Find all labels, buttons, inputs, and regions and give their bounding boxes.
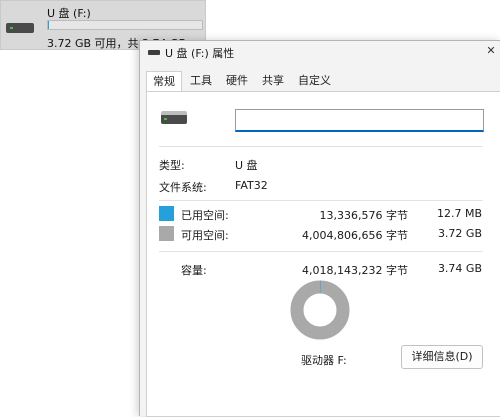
volume-name-input[interactable]: [235, 109, 484, 132]
general-tab-panel: 类型: U 盘 文件系统: FAT32 已用空间: 13,336,576 字节 …: [146, 91, 500, 417]
free-space-size: 3.72 GB: [437, 227, 482, 240]
used-space-bytes: 13,336,576 字节: [319, 209, 408, 222]
tab-hardware[interactable]: 硬件: [220, 71, 254, 91]
usb-drive-icon: [6, 23, 34, 33]
details-button[interactable]: 详细信息(D): [401, 345, 483, 369]
capacity-label: 容量:: [181, 264, 207, 277]
tab-strip: 常规 工具 硬件 共享 自定义: [146, 71, 339, 91]
free-space-swatch: [159, 226, 174, 241]
free-space-bytes: 4,004,806,656 字节: [302, 229, 408, 242]
divider: [159, 200, 483, 201]
tab-general[interactable]: 常规: [146, 71, 182, 91]
capacity-bytes: 4,018,143,232 字节: [302, 264, 408, 277]
capacity-size: 3.74 GB: [437, 262, 482, 275]
usage-donut-chart: [290, 280, 350, 340]
tab-tools[interactable]: 工具: [184, 71, 218, 91]
dialog-titlebar[interactable]: U 盘 (F:) 属性 ✕: [140, 41, 500, 65]
drive-title: U 盘 (F:): [47, 7, 91, 20]
divider: [159, 251, 483, 252]
close-button[interactable]: ✕: [482, 41, 500, 61]
used-space-size: 12.7 MB: [436, 207, 482, 220]
tab-customize[interactable]: 自定义: [292, 71, 337, 91]
free-space-label: 可用空间:: [181, 229, 229, 242]
properties-dialog: U 盘 (F:) 属性 ✕ 常规 工具 硬件 共享 自定义 类型: U 盘 文件…: [139, 40, 500, 417]
type-label: 类型:: [159, 159, 185, 172]
drive-title-icon: [148, 50, 160, 55]
divider: [159, 146, 483, 147]
donut-free-segment: [290, 280, 350, 340]
close-icon: ✕: [486, 44, 496, 57]
filesystem-value: FAT32: [235, 179, 268, 192]
dialog-title: U 盘 (F:) 属性: [165, 47, 235, 60]
tab-sharing[interactable]: 共享: [256, 71, 290, 91]
drive-large-icon: [161, 111, 187, 124]
drive-usage-bar: [47, 20, 203, 30]
drive-letter-label: 驱动器 F:: [301, 354, 347, 367]
type-value: U 盘: [235, 159, 258, 172]
used-space-swatch: [159, 206, 174, 221]
filesystem-label: 文件系统:: [159, 181, 207, 194]
used-space-label: 已用空间:: [181, 209, 229, 222]
